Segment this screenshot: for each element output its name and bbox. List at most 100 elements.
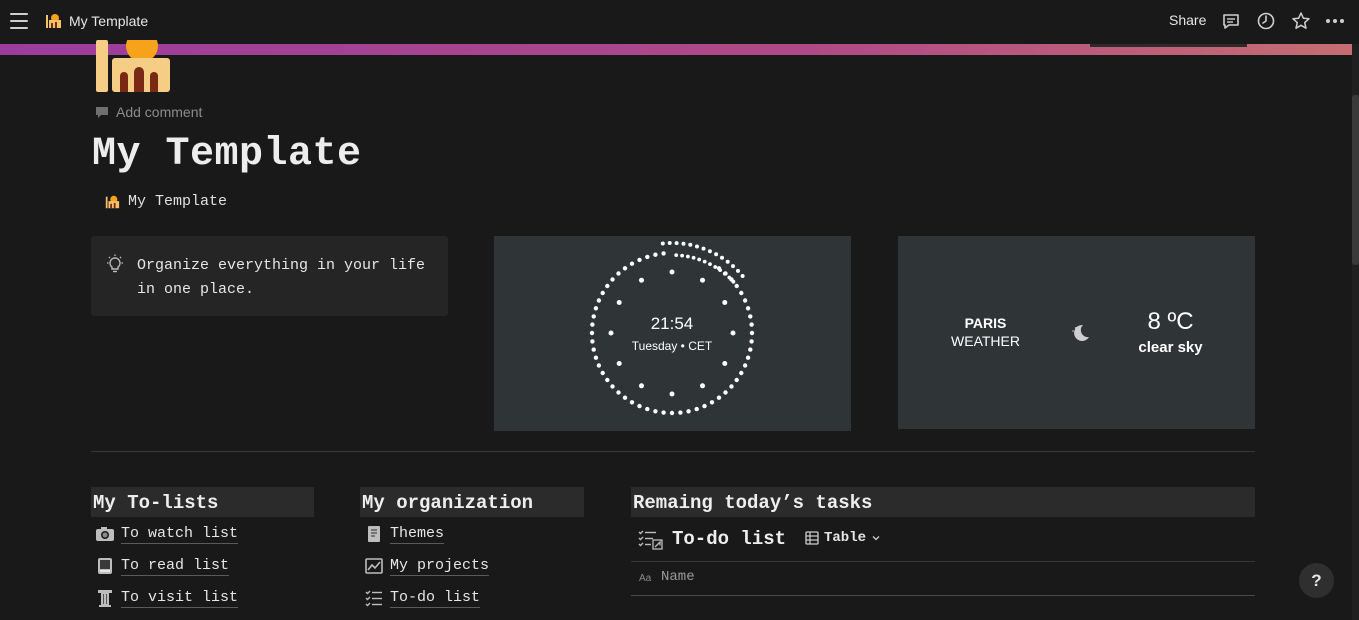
clock-dot xyxy=(593,306,599,311)
page-icon-mosque[interactable] xyxy=(94,40,172,94)
clock-dot xyxy=(645,254,650,260)
link-label: To read list xyxy=(121,556,230,576)
share-button[interactable]: Share xyxy=(1169,12,1206,28)
lightbulb-icon xyxy=(107,254,123,273)
star-icon[interactable] xyxy=(1291,11,1311,31)
link-my-projects[interactable]: My projects xyxy=(364,556,490,576)
clock-dot xyxy=(740,274,745,278)
page-link-label: My Template xyxy=(128,193,228,210)
clock-dot xyxy=(653,252,658,257)
weather-temperature: 8 ºC xyxy=(1147,308,1194,335)
page-title-breadcrumb[interactable]: My Template xyxy=(69,13,148,29)
clock-dot xyxy=(605,377,610,383)
link-to-visit-list[interactable]: To visit list xyxy=(95,588,239,608)
clock-dot xyxy=(729,384,734,389)
clock-dot xyxy=(591,314,596,319)
clock-dot xyxy=(722,300,728,305)
checklist-arrow-icon xyxy=(638,530,663,550)
more-icon[interactable] xyxy=(1325,11,1345,31)
clock-dot xyxy=(695,244,699,249)
link-label: To visit list xyxy=(121,588,239,608)
clock-dot xyxy=(680,253,684,258)
clock-dot xyxy=(637,257,642,263)
clock-dot xyxy=(616,271,621,276)
view-label: Table xyxy=(824,530,867,546)
heading-organization: My organization xyxy=(360,487,584,517)
page-title[interactable]: My Template xyxy=(92,132,362,177)
link-to-read-list[interactable]: To read list xyxy=(95,556,230,576)
camera-icon xyxy=(96,527,114,541)
table-icon xyxy=(805,531,819,545)
clock-dot xyxy=(734,377,739,383)
clock-dot xyxy=(697,257,702,262)
clock-dot xyxy=(610,277,615,282)
heading-to-lists: My To-lists xyxy=(91,487,314,517)
clock-dot xyxy=(739,370,744,376)
comment-icon[interactable] xyxy=(1221,11,1241,31)
clock-dot xyxy=(667,241,672,245)
clock-dot xyxy=(700,383,705,389)
clock-dot xyxy=(622,266,628,271)
add-comment-button[interactable]: Add comment xyxy=(95,104,202,120)
database-title-label: To-do list xyxy=(672,528,787,550)
database-title[interactable]: To-do list xyxy=(638,528,786,550)
clock-dot xyxy=(748,347,753,352)
weather-widget[interactable]: PARIS WEATHER 8 ºC clear sky xyxy=(898,236,1255,429)
link-to-do-list[interactable]: To-do list xyxy=(364,588,481,608)
mosque-icon xyxy=(46,14,61,28)
clock-dot xyxy=(686,254,690,259)
clock-dot xyxy=(686,409,691,414)
clock-dot xyxy=(713,265,718,269)
clock-dot xyxy=(674,253,679,257)
cover-controls[interactable] xyxy=(1090,44,1247,47)
clock-dot xyxy=(653,409,658,414)
clock-dot xyxy=(600,290,605,296)
page-link[interactable]: My Template xyxy=(104,193,227,210)
link-to-watch-list[interactable]: To watch list xyxy=(95,524,239,544)
clock-dot xyxy=(590,339,595,344)
comment-icon xyxy=(96,107,108,118)
clock-dot xyxy=(589,330,595,336)
clock-dot xyxy=(702,259,707,264)
clock-dot xyxy=(718,268,722,272)
clock-dot xyxy=(691,255,696,260)
clock-dot xyxy=(748,314,753,319)
clock-dot xyxy=(660,241,665,246)
clock-dot xyxy=(645,406,650,412)
callout-text: Organize everything in your life in one … xyxy=(137,257,426,298)
column-header-name[interactable]: Aa Name xyxy=(639,569,695,585)
clock-dot xyxy=(593,355,599,360)
clock-dot xyxy=(590,322,595,327)
clock-dot xyxy=(722,361,728,366)
view-selector[interactable]: Table xyxy=(805,530,881,546)
callout-block[interactable]: Organize everything in your life in one … xyxy=(91,236,448,316)
clock-dot xyxy=(610,384,615,389)
clock-dot xyxy=(661,251,666,256)
menu-icon[interactable] xyxy=(10,13,28,29)
chevron-down-icon xyxy=(872,536,880,541)
clock-dot xyxy=(707,249,712,254)
clock-dot xyxy=(725,259,730,264)
link-label: My projects xyxy=(390,556,490,576)
weather-city: PARIS xyxy=(964,315,1007,331)
link-themes[interactable]: Themes xyxy=(364,524,445,544)
add-comment-label: Add comment xyxy=(116,104,203,120)
clock-dot xyxy=(600,370,605,376)
clock-dot xyxy=(734,283,739,289)
clock-dot xyxy=(639,277,644,283)
clock-dot xyxy=(596,298,602,303)
table-header-border xyxy=(631,595,1255,596)
clock-time: 21:54 xyxy=(651,314,694,333)
clock-dot xyxy=(669,391,675,397)
clock-dot xyxy=(688,242,693,247)
clock-dot xyxy=(739,290,744,296)
help-button[interactable]: ? xyxy=(1299,563,1334,598)
clock-widget[interactable]: 21:54 Tuesday • CET xyxy=(494,236,851,431)
scroll-icon xyxy=(368,526,380,542)
scrollbar-thumb[interactable] xyxy=(1352,95,1359,265)
clock-dot xyxy=(605,283,610,289)
svg-text:Aa: Aa xyxy=(639,573,652,583)
clock-dot xyxy=(730,330,736,336)
clock-dot xyxy=(639,383,644,389)
history-icon[interactable] xyxy=(1256,11,1276,31)
